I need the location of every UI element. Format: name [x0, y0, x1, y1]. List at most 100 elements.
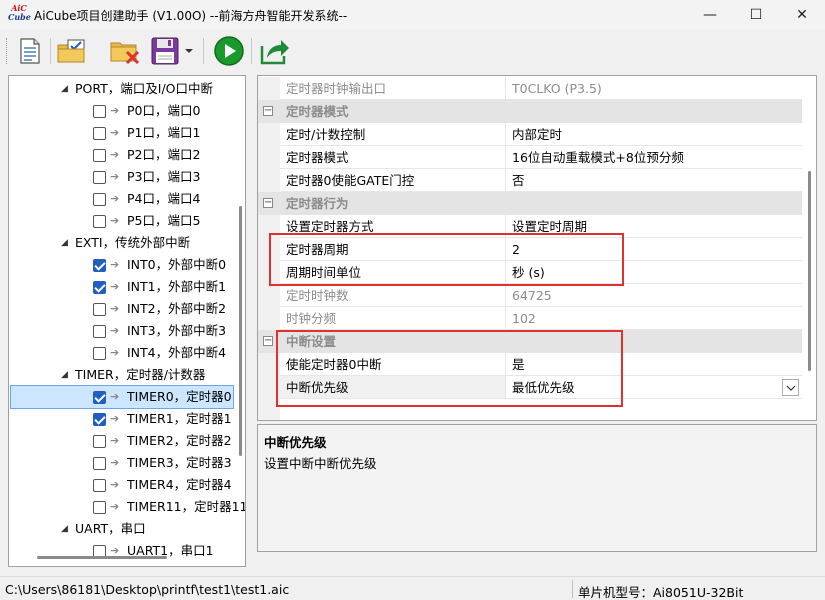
property-row-period-unit[interactable]: 周期时间单位 秒 (s): [258, 261, 802, 284]
tree-checkbox[interactable]: [93, 127, 106, 140]
property-row-enable-interrupt[interactable]: 使能定时器0中断 是: [258, 353, 802, 376]
collapse-triangle-icon[interactable]: ◢: [61, 232, 68, 254]
tree-item-p2[interactable]: ➔ P2口，端口2: [93, 144, 243, 166]
property-value[interactable]: 设置定时周期: [506, 215, 802, 238]
tree-checkbox[interactable]: [93, 303, 106, 316]
tree-item-p5[interactable]: ➔ P5口，端口5: [93, 210, 243, 232]
tree-checkbox[interactable]: [93, 281, 106, 294]
property-row-gate-control[interactable]: 定时器0使能GATE门控 否: [258, 169, 802, 192]
property-value[interactable]: 是: [506, 353, 802, 376]
tree-checkbox[interactable]: [93, 391, 106, 404]
property-row-timer-count-control[interactable]: 定时/计数控制 内部定时: [258, 123, 802, 146]
close-button[interactable]: ✕: [779, 0, 825, 30]
property-value[interactable]: 内部定时: [506, 123, 802, 146]
collapse-icon[interactable]: −: [263, 106, 273, 116]
tree-item-int2[interactable]: ➔ INT2，外部中断2: [93, 298, 243, 320]
tree-item-timer11[interactable]: ➔ TIMER11，定时器11: [93, 496, 245, 518]
tree-checkbox[interactable]: [93, 193, 106, 206]
collapse-triangle-icon[interactable]: ◢: [61, 364, 68, 386]
tree-checkbox[interactable]: [93, 413, 106, 426]
tree-item-timer4[interactable]: ➔ TIMER4，定时器4: [93, 474, 243, 496]
category-timer-behavior[interactable]: − 定时器行为: [258, 192, 802, 215]
run-generate-button[interactable]: [212, 35, 246, 67]
tree-checkbox[interactable]: [93, 259, 106, 272]
property-row-clock-count[interactable]: 定时时钟数 64725: [258, 284, 802, 307]
collapse-icon[interactable]: −: [263, 198, 273, 208]
property-row-empty: [258, 399, 802, 420]
property-row-timer-method[interactable]: 设置定时器方式 设置定时周期: [258, 215, 802, 238]
property-value[interactable]: 否: [506, 169, 802, 192]
tree-item-timer2[interactable]: ➔ TIMER2，定时器2: [93, 430, 243, 452]
save-options-dropdown[interactable]: [182, 35, 196, 67]
tree-checkbox[interactable]: [93, 347, 106, 360]
tree-checkbox[interactable]: [93, 149, 106, 162]
collapse-triangle-icon[interactable]: ◢: [61, 518, 68, 540]
tree-checkbox[interactable]: [93, 435, 106, 448]
property-row-clock-output[interactable]: 定时器时钟输出口 T0CLKO (P3.5): [258, 77, 802, 100]
window-title: AiCube项目创建助手 (V1.00O) --前海方舟智能开发系统--: [34, 9, 348, 23]
collapse-triangle-icon[interactable]: ◢: [61, 78, 68, 100]
tree-item-int4[interactable]: ➔ INT4，外部中断4: [93, 342, 243, 364]
tree-checkbox[interactable]: [93, 457, 106, 470]
property-row-interrupt-priority[interactable]: 中断优先级 最低优先级: [258, 376, 802, 399]
description-title: 中断优先级: [264, 435, 327, 450]
tree-item-timer1[interactable]: ➔ TIMER1，定时器1: [93, 408, 243, 430]
tree-item-p3[interactable]: ➔ P3口，端口3: [93, 166, 243, 188]
tree-checkbox[interactable]: [93, 501, 106, 514]
tree-item-int0[interactable]: ➔ INT0，外部中断0: [93, 254, 243, 276]
category-label: 定时器模式: [286, 104, 349, 119]
tree-item-timer3[interactable]: ➔ TIMER3，定时器3: [93, 452, 243, 474]
property-value[interactable]: 2: [506, 238, 802, 261]
property-value[interactable]: 16位自动重载模式+8位预分频: [506, 146, 802, 169]
tree-vertical-scrollbar[interactable]: [239, 206, 242, 456]
property-value[interactable]: 102: [506, 307, 802, 330]
tree-item-int1[interactable]: ➔ INT1，外部中断1: [93, 276, 243, 298]
tree-item-p4[interactable]: ➔ P4口，端口4: [93, 188, 243, 210]
save-dropdown-icon: [185, 49, 193, 53]
category-interrupt-settings[interactable]: − 中断设置: [258, 330, 802, 353]
maximize-button[interactable]: ☐: [733, 0, 779, 30]
property-row-timer-mode[interactable]: 定时器模式 16位自动重载模式+8位预分频: [258, 146, 802, 169]
close-project-button[interactable]: [108, 35, 142, 67]
app-logo-icon: AiC Cube: [8, 3, 31, 22]
toolbar-separator: [50, 38, 51, 64]
description-text: 设置中断中断优先级: [264, 456, 377, 471]
tree-checkbox[interactable]: [93, 215, 106, 228]
new-document-icon: [20, 38, 40, 64]
new-project-button[interactable]: [13, 35, 47, 67]
tree-checkbox[interactable]: [93, 479, 106, 492]
export-button[interactable]: [258, 35, 292, 67]
item-arrow-icon: ➔: [110, 214, 120, 227]
collapse-icon[interactable]: −: [263, 336, 273, 346]
priority-dropdown-button[interactable]: [782, 379, 799, 396]
item-arrow-icon: ➔: [110, 346, 120, 359]
save-project-button[interactable]: [148, 35, 182, 67]
property-value[interactable]: 64725: [506, 284, 802, 307]
item-arrow-icon: ➔: [110, 302, 120, 315]
property-value[interactable]: 最低优先级: [506, 376, 802, 399]
minimize-button[interactable]: —: [687, 0, 733, 30]
property-row-clock-divider[interactable]: 时钟分频 102: [258, 307, 802, 330]
tree-item-int3[interactable]: ➔ INT3，外部中断3: [93, 320, 243, 342]
tree-checkbox[interactable]: [93, 105, 106, 118]
tree-item-p0[interactable]: ➔ P0口，端口0: [93, 100, 243, 122]
property-grid[interactable]: 定时器时钟输出口 T0CLKO (P3.5) − 定时器模式 定时/计数控制 内…: [257, 75, 817, 421]
tree-item-timer0[interactable]: ➔ TIMER0，定时器0: [10, 385, 234, 409]
peripheral-tree[interactable]: ◢ PORT，端口及I/O口中断 ➔ P0口，端口0 ➔ P1口，端口1 ➔ P…: [8, 75, 246, 567]
item-arrow-icon: ➔: [110, 456, 120, 469]
property-row-timer-period[interactable]: 定时器周期 2: [258, 238, 802, 261]
item-arrow-icon: ➔: [110, 500, 120, 513]
category-timer-mode[interactable]: − 定时器模式: [258, 100, 802, 123]
property-value[interactable]: 秒 (s): [506, 261, 802, 284]
tree-checkbox[interactable]: [93, 171, 106, 184]
property-name: 定时器时钟输出口: [280, 77, 506, 100]
tree-item-p1[interactable]: ➔ P1口，端口1: [93, 122, 243, 144]
property-value[interactable]: T0CLKO (P3.5): [506, 77, 802, 100]
toolbar-grip[interactable]: [6, 38, 9, 64]
tree-checkbox[interactable]: [93, 325, 106, 338]
grid-vertical-scrollbar[interactable]: [808, 171, 811, 371]
open-project-button[interactable]: [55, 35, 89, 67]
status-divider: [572, 580, 573, 598]
tree-horizontal-scrollbar[interactable]: [37, 556, 167, 559]
item-arrow-icon: ➔: [110, 148, 120, 161]
